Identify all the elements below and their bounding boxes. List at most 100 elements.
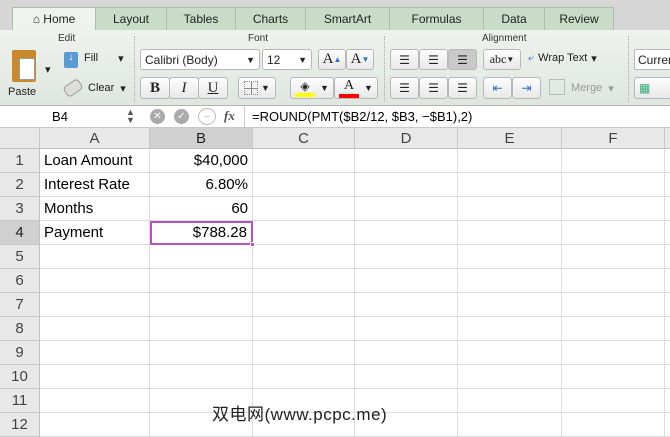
align-right-button[interactable]: ☰: [448, 77, 477, 99]
cell-D7[interactable]: [355, 293, 458, 317]
clear-button[interactable]: Clear ▾: [62, 77, 126, 99]
tab-formulas[interactable]: Formulas: [389, 7, 484, 30]
cell-C3[interactable]: [253, 197, 355, 221]
align-left-button[interactable]: ☰: [390, 77, 419, 99]
fill-color-button[interactable]: ◈ ▼: [290, 77, 334, 99]
column-header-f[interactable]: F: [562, 128, 665, 149]
cell-B6[interactable]: [150, 269, 253, 293]
cell-F3[interactable]: [562, 197, 665, 221]
cell-G1[interactable]: [665, 149, 670, 173]
paste-button[interactable]: Paste: [8, 50, 44, 98]
cell-E3[interactable]: [458, 197, 562, 221]
cell-A10[interactable]: [40, 365, 150, 389]
column-header-g[interactable]: [665, 128, 670, 149]
cell-B8[interactable]: [150, 317, 253, 341]
cell-G7[interactable]: [665, 293, 670, 317]
row-header-6[interactable]: 6: [0, 269, 40, 293]
row-header-11[interactable]: 11: [0, 389, 40, 413]
cell-A3[interactable]: Months: [40, 197, 150, 221]
column-header-c[interactable]: C: [253, 128, 355, 149]
enter-icon[interactable]: ✓: [174, 109, 189, 124]
cell-E4[interactable]: [458, 221, 562, 245]
cell-F7[interactable]: [562, 293, 665, 317]
cell-F5[interactable]: [562, 245, 665, 269]
cell-E7[interactable]: [458, 293, 562, 317]
cell-G3[interactable]: [665, 197, 670, 221]
row-header-3[interactable]: 3: [0, 197, 40, 221]
cell-F2[interactable]: [562, 173, 665, 197]
align-bottom-button[interactable]: ☰: [448, 49, 477, 70]
tab-layout[interactable]: Layout: [95, 7, 167, 30]
cell-D2[interactable]: [355, 173, 458, 197]
wrap-text-button[interactable]: ⤶ Wrap Text ▾: [528, 52, 597, 65]
cell-C4[interactable]: [253, 221, 355, 245]
cell-E2[interactable]: [458, 173, 562, 197]
cell-C1[interactable]: [253, 149, 355, 173]
cell-B10[interactable]: [150, 365, 253, 389]
tab-smartart[interactable]: SmartArt: [305, 7, 390, 30]
cell-E9[interactable]: [458, 341, 562, 365]
cell-E10[interactable]: [458, 365, 562, 389]
tab-charts[interactable]: Charts: [235, 7, 306, 30]
cell-C7[interactable]: [253, 293, 355, 317]
insert-function-icon[interactable]: –: [198, 108, 216, 125]
tab-review[interactable]: Review: [544, 7, 614, 30]
formula-input[interactable]: =ROUND(PMT($B2/12, $B3, −$B1),2): [244, 106, 670, 127]
merge-button[interactable]: Merge ▾: [549, 79, 614, 95]
cell-B5[interactable]: [150, 245, 253, 269]
row-header-4[interactable]: 4: [0, 221, 40, 245]
row-header-2[interactable]: 2: [0, 173, 40, 197]
cell-E12[interactable]: [458, 413, 562, 437]
cell-A5[interactable]: [40, 245, 150, 269]
borders-button[interactable]: ▼: [238, 77, 276, 99]
cell-E8[interactable]: [458, 317, 562, 341]
font-size-select[interactable]: 12 ▼: [262, 49, 312, 70]
cell-D10[interactable]: [355, 365, 458, 389]
shrink-font-button[interactable]: A ▼: [346, 49, 374, 70]
cell-C6[interactable]: [253, 269, 355, 293]
underline-button[interactable]: U: [198, 77, 228, 99]
tab-data[interactable]: Data: [483, 7, 545, 30]
row-header-1[interactable]: 1: [0, 149, 40, 173]
font-color-button[interactable]: A ▼: [334, 77, 378, 99]
cell-F12[interactable]: [562, 413, 665, 437]
row-header-10[interactable]: 10: [0, 365, 40, 389]
align-center-button[interactable]: ☰: [419, 77, 448, 99]
cell-A12[interactable]: [40, 413, 150, 437]
cell-A4[interactable]: Payment: [40, 221, 150, 245]
cell-B1[interactable]: $40,000: [150, 149, 253, 173]
cell-G4[interactable]: [665, 221, 670, 245]
cell-F4[interactable]: [562, 221, 665, 245]
column-header-e[interactable]: E: [458, 128, 562, 149]
cell-G10[interactable]: [665, 365, 670, 389]
cell-A6[interactable]: [40, 269, 150, 293]
column-header-a[interactable]: A: [40, 128, 150, 149]
conditional-format-button[interactable]: ▦: [634, 77, 670, 99]
cell-F6[interactable]: [562, 269, 665, 293]
row-header-5[interactable]: 5: [0, 245, 40, 269]
cell-B7[interactable]: [150, 293, 253, 317]
fill-handle[interactable]: [250, 242, 255, 247]
cell-E5[interactable]: [458, 245, 562, 269]
grow-font-button[interactable]: A ▲: [318, 49, 346, 70]
increase-indent-button[interactable]: ⇥: [512, 77, 541, 99]
cell-D9[interactable]: [355, 341, 458, 365]
number-format-select[interactable]: Curren: [634, 49, 670, 70]
cell-A7[interactable]: [40, 293, 150, 317]
cell-C9[interactable]: [253, 341, 355, 365]
cell-G8[interactable]: [665, 317, 670, 341]
cell-A9[interactable]: [40, 341, 150, 365]
tab-home[interactable]: ⌂ Home: [12, 7, 96, 30]
align-middle-button[interactable]: ☰: [419, 49, 448, 70]
cell-D5[interactable]: [355, 245, 458, 269]
cell-E11[interactable]: [458, 389, 562, 413]
decrease-indent-button[interactable]: ⇤: [483, 77, 512, 99]
cell-B2[interactable]: 6.80%: [150, 173, 253, 197]
cell-B9[interactable]: [150, 341, 253, 365]
cell-B3[interactable]: 60: [150, 197, 253, 221]
cell-D8[interactable]: [355, 317, 458, 341]
cell-G12[interactable]: [665, 413, 670, 437]
cell-D3[interactable]: [355, 197, 458, 221]
cell-F10[interactable]: [562, 365, 665, 389]
cell-C2[interactable]: [253, 173, 355, 197]
